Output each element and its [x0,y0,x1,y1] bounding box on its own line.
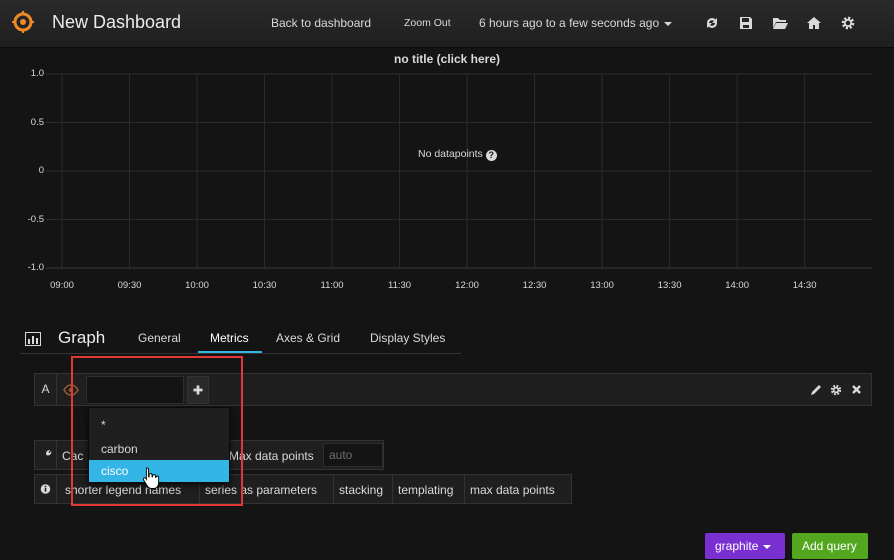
x-tick-label: 10:30 [252,280,277,291]
tab-display-styles[interactable]: Display Styles [370,331,445,345]
datasource-selector-button[interactable]: graphite [705,533,785,559]
info-icon [40,475,57,503]
caret-down-icon [763,544,772,549]
separator [333,475,334,503]
x-tick-label: 11:00 [320,280,344,291]
tabs-divider [20,353,461,354]
save-icon[interactable] [737,14,755,32]
help-icon[interactable]: ? [485,150,497,161]
home-icon[interactable] [805,14,823,32]
help-max-data-points[interactable]: max data points [470,483,555,497]
x-tick-label: 13:00 [590,280,614,291]
help-templating[interactable]: templating [398,483,453,497]
x-tick-label: 09:00 [50,280,74,291]
back-to-dashboard-link[interactable]: Back to dashboard [271,16,371,30]
tab-axes-grid[interactable]: Axes & Grid [276,331,340,345]
y-tick-label: 0.5 [30,116,44,128]
dashboard-title[interactable]: New Dashboard [52,12,181,33]
grafana-logo-icon[interactable] [12,11,34,33]
panel-title[interactable]: no title (click here) [0,52,894,66]
y-tick-label: 1.0 [30,68,44,79]
x-tick-label: 14:30 [792,280,817,291]
gear-icon[interactable] [830,384,842,396]
x-tick-label: 09:30 [117,280,142,291]
top-navbar: New Dashboard Back to dashboard Zoom Out… [0,0,894,48]
tab-metrics[interactable]: Metrics [210,331,249,345]
editor-title: Graph [58,328,106,347]
y-tick-label: 0 [38,165,44,176]
x-tick-label: 12:00 [455,280,479,291]
help-stacking[interactable]: stacking [339,483,383,497]
time-range-picker[interactable]: 6 hours ago to a few seconds ago [479,16,673,30]
query-tools [811,384,861,396]
x-tick-label: 10:00 [185,280,209,291]
graph-plot-area [46,73,872,269]
no-datapoints-label: No datapoints [418,148,483,160]
close-icon[interactable] [852,385,861,394]
no-datapoints-message: No datapoints? [418,148,497,161]
caret-down-icon [664,21,673,26]
refresh-icon[interactable] [703,14,721,32]
y-tick-label: -0.5 [27,213,44,225]
x-tick-label: 13:30 [657,280,682,291]
x-tick-label: 11:30 [388,280,412,291]
separator [464,475,465,503]
x-tick-label: 12:30 [522,280,547,291]
x-tick-label: 14:00 [725,280,749,291]
folder-open-icon[interactable] [771,14,789,32]
separator [392,475,393,503]
pencil-icon[interactable] [811,385,821,395]
wrench-icon [40,441,57,469]
zoom-out-button[interactable]: Zoom Out [404,17,451,29]
bar-chart-icon [25,332,41,346]
max-data-points-input[interactable]: auto [323,443,383,467]
query-ref-id[interactable]: A [35,374,57,405]
active-tab-indicator [198,351,262,353]
datasource-label: graphite [715,539,759,553]
annotation-highlight-box [71,356,243,506]
time-range-label: 6 hours ago to a few seconds ago [479,16,660,30]
add-query-button[interactable]: Add query [792,533,868,559]
tab-general[interactable]: General [138,331,181,345]
y-tick-label: -1.0 [27,262,44,273]
gear-icon[interactable] [839,14,857,32]
